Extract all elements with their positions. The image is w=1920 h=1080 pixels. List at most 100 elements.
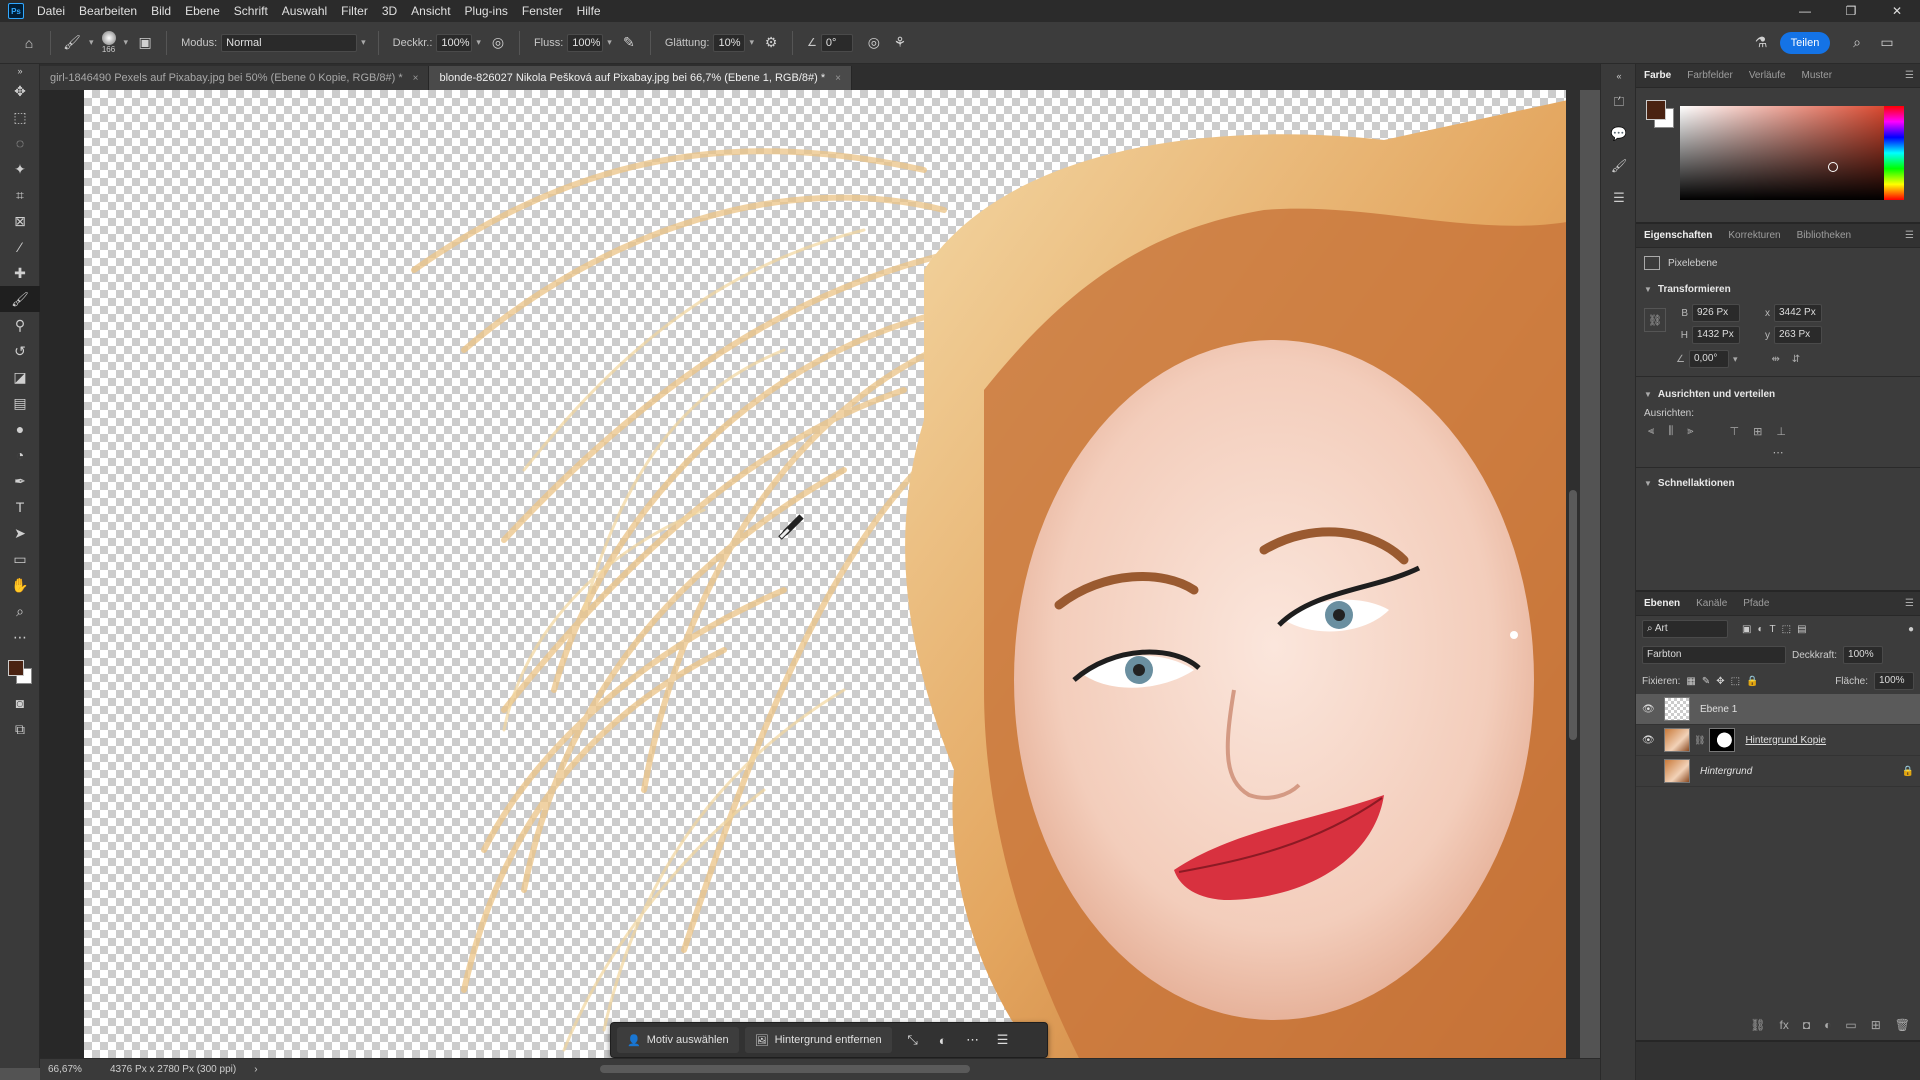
blend-mode-select[interactable]: Farbton	[1642, 646, 1786, 664]
align-right-icon[interactable]: ⫸	[1687, 425, 1693, 438]
menu-ebene[interactable]: Ebene	[178, 0, 227, 22]
tab-bibliotheken[interactable]: Bibliotheken	[1789, 224, 1859, 248]
more-tools-icon[interactable]: ⋯	[0, 624, 40, 650]
brush-size-picker[interactable]: 166	[101, 31, 116, 54]
link-icon[interactable]: ⛓	[1694, 735, 1705, 746]
chevron-down-icon[interactable]: ▾	[89, 37, 94, 48]
settings-sliders-icon[interactable]: ☰	[988, 1027, 1018, 1053]
eraser-tool-icon[interactable]: ◪	[0, 364, 40, 390]
tab-ebenen[interactable]: Ebenen	[1636, 592, 1688, 616]
panel-menu-icon[interactable]: ☰	[1905, 598, 1914, 609]
document-tab-active[interactable]: blonde-826027 Nikola Pešková auf Pixabay…	[429, 66, 852, 90]
add-mask-icon[interactable]: ◘	[1803, 1018, 1810, 1032]
filter-toggle-icon[interactable]: ●	[1908, 624, 1914, 635]
flip-horizontal-icon[interactable]: ⇹	[1772, 354, 1780, 365]
filter-shape-icon[interactable]: ⬚	[1782, 624, 1791, 635]
brush-settings-icon[interactable]: ▣	[132, 30, 158, 56]
maximize-button[interactable]: ❐	[1828, 0, 1874, 22]
zoom-tool-icon[interactable]: ⌕	[0, 598, 40, 624]
tab-farbfelder[interactable]: Farbfelder	[1679, 64, 1741, 88]
align-bottom-icon[interactable]: ⊥	[1776, 425, 1786, 438]
canvas-area[interactable]	[40, 90, 1580, 1068]
brush-tool-icon[interactable]: 🖌	[0, 286, 40, 312]
document-info[interactable]: 4376 Px x 2780 Px (300 ppi)	[90, 1064, 236, 1075]
type-tool-icon[interactable]: T	[0, 494, 40, 520]
tab-muster[interactable]: Muster	[1794, 64, 1841, 88]
horizontal-scrollbar-thumb[interactable]	[600, 1065, 970, 1073]
flask-icon[interactable]: ⚗	[1748, 30, 1774, 56]
healing-brush-tool-icon[interactable]: ✚	[0, 260, 40, 286]
chevron-right-icon[interactable]: ›	[254, 1064, 257, 1075]
path-selection-tool-icon[interactable]: ➤	[0, 520, 40, 546]
brush-tool-preset-icon[interactable]: 🖌	[59, 30, 85, 56]
pressure-size-icon[interactable]: ◎	[861, 30, 887, 56]
new-adjustment-icon[interactable]: ◐	[1824, 1018, 1831, 1032]
vertical-scrollbar[interactable]	[1566, 90, 1580, 1068]
close-window-button[interactable]: ✕	[1874, 0, 1920, 22]
lock-pixels-icon[interactable]: ✎	[1702, 676, 1710, 687]
align-center-h-icon[interactable]: ⫼	[1668, 425, 1673, 438]
flow-field[interactable]: 100%	[567, 33, 604, 52]
share-button[interactable]: Teilen	[1780, 32, 1830, 54]
layer-mask-thumbnail[interactable]	[1709, 728, 1736, 752]
mode-select[interactable]: Normal	[221, 33, 358, 52]
close-icon[interactable]: ×	[835, 73, 841, 84]
panel-menu-icon[interactable]: ☰	[1905, 230, 1914, 241]
clone-stamp-tool-icon[interactable]: ⚲	[0, 312, 40, 338]
comments-icon[interactable]: 💬	[1601, 120, 1637, 148]
fx-icon[interactable]: fx	[1780, 1018, 1789, 1032]
tab-verlaeufe[interactable]: Verläufe	[1741, 64, 1794, 88]
layer-filter-select[interactable]: ⌕ Art	[1642, 620, 1728, 638]
angle-field[interactable]: 0°	[820, 33, 853, 52]
magic-wand-tool-icon[interactable]: ✦	[0, 156, 40, 182]
align-middle-v-icon[interactable]: ⊞	[1753, 425, 1762, 438]
airbrush-icon[interactable]: ✎	[616, 30, 642, 56]
chevron-down-icon[interactable]: ▾	[476, 37, 481, 48]
quick-actions-header[interactable]: ▼ Schnellaktionen	[1636, 472, 1920, 494]
pen-tool-icon[interactable]: ✒	[0, 468, 40, 494]
close-icon[interactable]: ×	[413, 73, 419, 84]
panel-menu-icon[interactable]: ☰	[1905, 70, 1914, 81]
x-field[interactable]: 3442 Px	[1774, 304, 1822, 322]
gradient-tool-icon[interactable]: ▤	[0, 390, 40, 416]
history-icon[interactable]: ⏍	[1601, 88, 1637, 116]
crop-tool-icon[interactable]: ⌗	[0, 182, 40, 208]
menu-3d[interactable]: 3D	[375, 0, 404, 22]
symmetry-icon[interactable]: ⚘	[887, 30, 913, 56]
chevron-down-icon[interactable]: ▾	[607, 37, 612, 48]
menu-datei[interactable]: Datei	[30, 0, 72, 22]
menu-auswahl[interactable]: Auswahl	[275, 0, 334, 22]
link-layers-icon[interactable]: ⛓	[1750, 1018, 1765, 1032]
chevron-down-icon[interactable]: ▼	[1644, 479, 1652, 488]
chevron-down-icon[interactable]: ▼	[1644, 285, 1652, 294]
filter-type-icon[interactable]: T	[1770, 624, 1776, 635]
menu-schrift[interactable]: Schrift	[227, 0, 275, 22]
tab-pfade[interactable]: Pfade	[1735, 592, 1777, 616]
link-icon[interactable]: ⛓	[1644, 308, 1666, 332]
trash-icon[interactable]: 🗑	[1895, 1018, 1910, 1032]
eye-icon[interactable]: 👁	[1642, 735, 1660, 746]
eyedropper-tool-icon[interactable]: ⁄	[0, 234, 40, 260]
more-options-icon[interactable]: ⋯	[958, 1027, 988, 1053]
tab-korrekturen[interactable]: Korrekturen	[1720, 224, 1788, 248]
gear-icon[interactable]: ⚙	[758, 30, 784, 56]
tab-farbe[interactable]: Farbe	[1636, 64, 1679, 88]
menu-filter[interactable]: Filter	[334, 0, 375, 22]
new-layer-icon[interactable]: ⊞	[1871, 1018, 1881, 1032]
quick-mask-icon[interactable]: ◙	[0, 690, 40, 716]
hand-tool-icon[interactable]: ✋	[0, 572, 40, 598]
menu-hilfe[interactable]: Hilfe	[570, 0, 608, 22]
color-picker-marker[interactable]	[1828, 162, 1838, 172]
scrollbar-thumb[interactable]	[1569, 490, 1577, 740]
remove-background-button[interactable]: 🖼 Hintergrund entfernen	[744, 1027, 892, 1053]
layer-row[interactable]: 👁 ⛓ Hintergrund Kopie	[1636, 725, 1920, 756]
y-field[interactable]: 263 Px	[1774, 326, 1822, 344]
document-canvas[interactable]	[84, 90, 1580, 1068]
blur-tool-icon[interactable]: ●	[0, 416, 40, 442]
height-field[interactable]: 1432 Px	[1692, 326, 1740, 344]
flip-vertical-icon[interactable]: ⇵	[1792, 354, 1800, 365]
foreground-color-swatch[interactable]	[8, 660, 24, 676]
chevron-down-icon[interactable]: ▾	[361, 37, 366, 48]
filter-smart-object-icon[interactable]: ▤	[1797, 624, 1806, 635]
align-left-icon[interactable]: ⫷	[1648, 425, 1654, 438]
